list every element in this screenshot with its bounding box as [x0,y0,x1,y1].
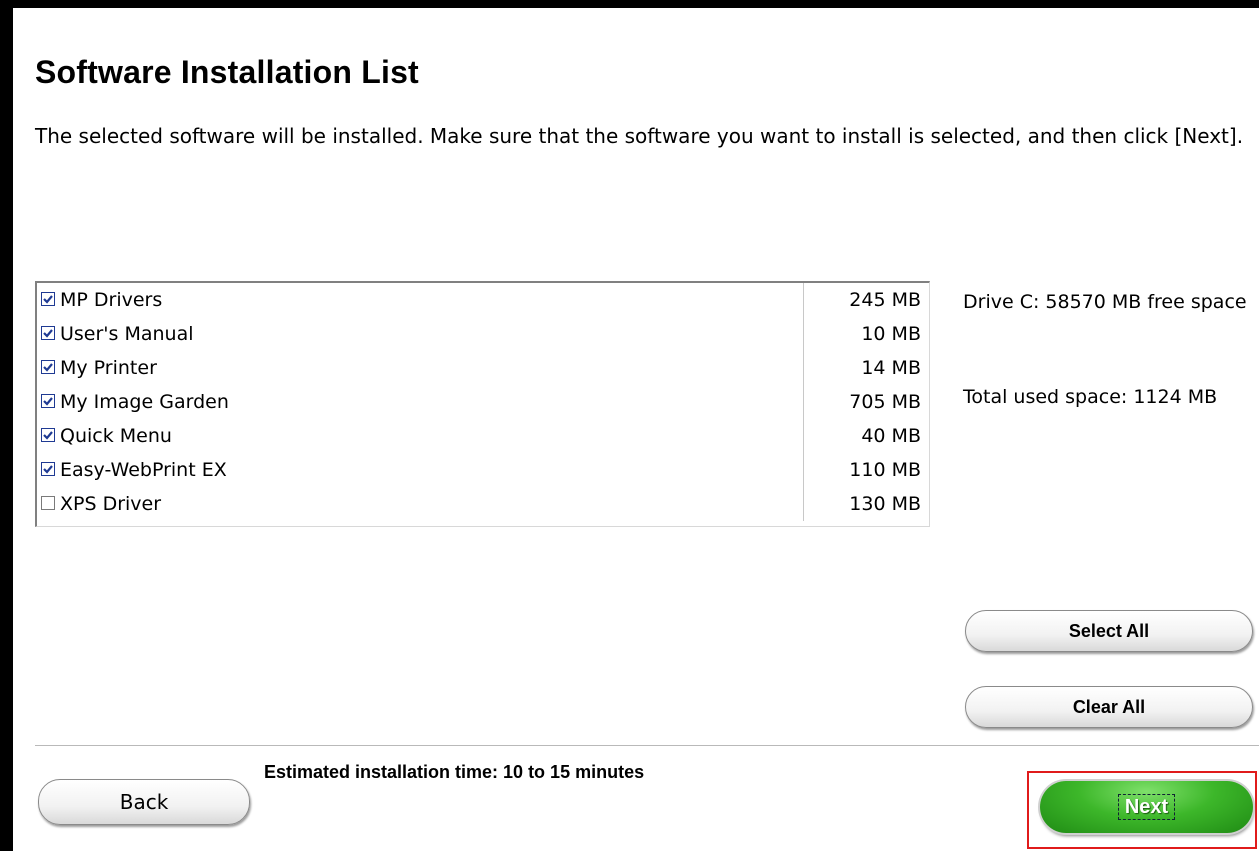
list-item[interactable]: My Image Garden 705 MB [37,385,929,419]
list-item-label: User's Manual [60,323,194,345]
list-item-size: 110 MB [849,459,921,481]
checkbox[interactable] [41,462,55,476]
software-list: MP Drivers 245 MB User's Manual 10 MB My… [35,281,930,527]
list-item[interactable]: MP Drivers 245 MB [37,283,929,317]
list-item-size: 130 MB [849,493,921,515]
list-item-size: 40 MB [861,425,921,447]
back-button[interactable]: Back [38,779,250,825]
next-button-label: Next [1117,794,1176,820]
installer-window: Software Installation List The selected … [0,0,1259,851]
free-space-text: Drive C: 58570 MB free space [963,291,1247,313]
estimated-time-text: Estimated installation time: 10 to 15 mi… [264,762,645,782]
list-item-name-cell: Quick Menu [37,419,804,453]
list-item[interactable]: Easy-WebPrint EX 110 MB [37,453,929,487]
list-item-label: Quick Menu [60,425,172,447]
checkbox[interactable] [41,326,55,340]
checkbox[interactable] [41,360,55,374]
checkmark-icon [43,329,53,338]
list-item-name-cell: Easy-WebPrint EX [37,453,804,487]
used-space-text: Total used space: 1124 MB [963,386,1218,408]
footer-divider [35,745,1259,747]
list-item[interactable]: Quick Menu 40 MB [37,419,929,453]
list-item-name-cell: User's Manual [37,317,804,351]
next-button[interactable]: Next [1040,781,1253,833]
checkbox[interactable] [41,394,55,408]
list-item-label: MP Drivers [60,289,163,311]
list-item-name-cell: My Printer [37,351,804,385]
checkmark-icon [43,397,53,406]
list-item[interactable]: User's Manual 10 MB [37,317,929,351]
page-description: The selected software will be installed.… [35,124,1244,148]
list-item[interactable]: XPS Driver 130 MB [37,487,929,521]
list-item-name-cell: XPS Driver [37,487,804,521]
checkmark-icon [43,431,53,440]
checkbox[interactable] [41,428,55,442]
list-item-name-cell: My Image Garden [37,385,804,419]
list-item-name-cell: MP Drivers [37,283,804,317]
checkbox[interactable] [41,496,55,510]
window-frame-top [0,0,1259,8]
list-item-label: Easy-WebPrint EX [60,459,227,481]
checkmark-icon [43,295,53,304]
checkmark-icon [43,363,53,372]
select-all-button[interactable]: Select All [965,610,1253,652]
list-item-size: 245 MB [849,289,921,311]
window-frame-left [0,0,13,851]
list-item-size: 14 MB [861,357,921,379]
list-item-label: My Printer [60,357,157,379]
page-title: Software Installation List [35,54,419,90]
checkmark-icon [43,465,53,474]
list-item[interactable]: My Printer 14 MB [37,351,929,385]
list-item-label: XPS Driver [60,493,162,515]
list-item-label: My Image Garden [60,391,229,413]
clear-all-button[interactable]: Clear All [965,686,1253,728]
checkbox[interactable] [41,292,55,306]
list-item-size: 705 MB [849,391,921,413]
list-item-size: 10 MB [861,323,921,345]
